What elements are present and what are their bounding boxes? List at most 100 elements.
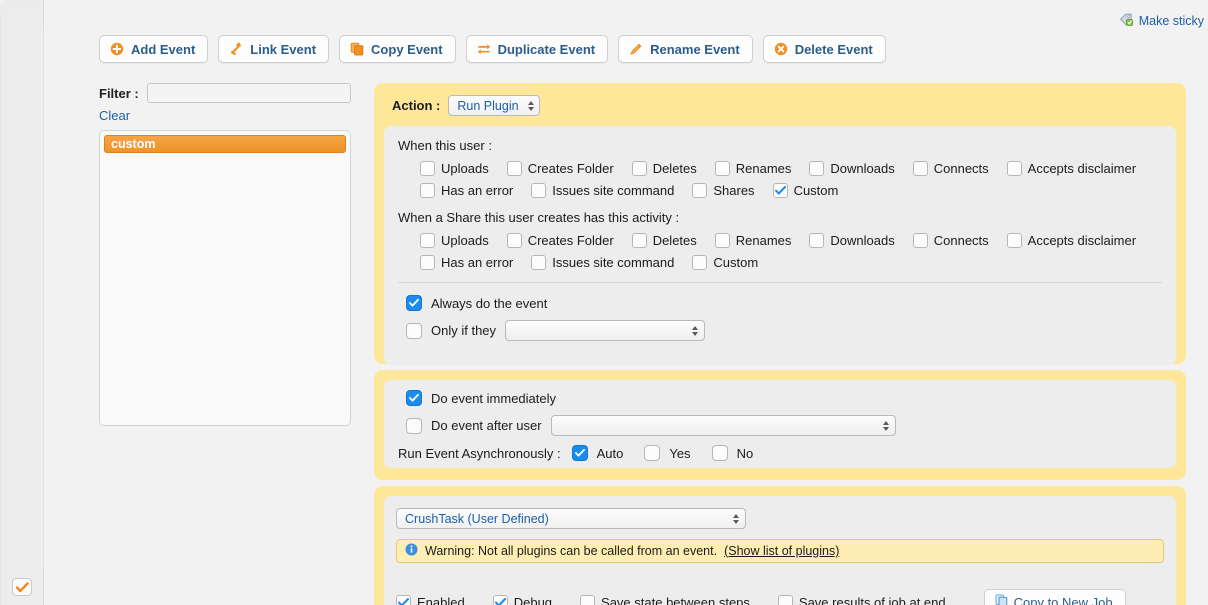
checkbox-label: Save results of job at end [798,594,946,605]
list-item[interactable]: custom [104,135,346,153]
share-checkbox-custom[interactable]: Custom [692,255,758,270]
share-checkbox-creates-folder[interactable]: Creates Folder [506,233,614,248]
make-sticky-link[interactable]: Make sticky [1119,12,1204,29]
checkbox-box[interactable] [531,183,547,198]
add-event-label: Add Event [131,41,196,57]
checkbox-box[interactable] [809,161,825,176]
checkbox-has-an-error[interactable]: Has an error [420,183,513,198]
checkbox-creates-folder[interactable]: Creates Folder [506,161,614,176]
checkbox-debug[interactable]: Debug [492,594,553,605]
checkbox-box[interactable] [492,594,508,605]
always-do-event-row[interactable]: Always do the event [406,295,1162,311]
checkbox-box[interactable] [506,161,522,176]
checkbox-box[interactable] [692,183,708,198]
checkbox-box[interactable] [420,161,435,176]
after-user-select[interactable] [550,415,896,436]
share-checkbox-renames[interactable]: Renames [714,233,791,248]
link-event-button[interactable]: Link Event [218,35,330,63]
checkbox-box[interactable] [777,594,793,605]
plugin-select[interactable]: CrushTask (User Defined) [396,508,746,529]
show-list-of-plugins-link[interactable]: (Show list of plugins) [724,544,839,558]
only-if-they-select[interactable] [505,320,706,341]
checkbox-box[interactable] [580,594,596,605]
checkbox-box[interactable] [631,233,647,248]
radio-async-no[interactable] [711,445,728,461]
checkbox-box[interactable] [692,255,708,270]
plugin-warning-text: Warning: Not all plugins can be called f… [425,544,718,558]
async-no-label: No [736,445,754,461]
checkbox-enabled[interactable]: Enabled [396,594,465,605]
checkbox-uploads[interactable]: Uploads [420,161,489,176]
checkbox-downloads[interactable]: Downloads [809,161,895,176]
checkbox-renames[interactable]: Renames [714,161,792,176]
checkbox-box[interactable] [420,233,435,248]
filter-input[interactable] [146,83,351,103]
share-checkbox-uploads[interactable]: Uploads [420,233,489,248]
user-section-title: When this user : [398,138,492,153]
checkbox-box[interactable] [420,255,435,270]
checkbox-box[interactable] [420,183,435,198]
duplicate-event-button[interactable]: Duplicate Event [465,35,609,63]
checkbox-box[interactable] [809,233,825,248]
checkbox-box[interactable] [714,161,730,176]
action-select[interactable]: Run Plugin [448,95,540,116]
checkbox-box[interactable] [714,233,730,248]
checkbox-box[interactable] [1006,161,1022,176]
share-checkbox-downloads[interactable]: Downloads [809,233,895,248]
chevron-updown-icon [692,325,699,336]
checkbox-accepts-disclaimer[interactable]: Accepts disclaimer [1006,161,1137,176]
share-checkbox-deletes[interactable]: Deletes [631,233,697,248]
add-event-button[interactable]: Add Event [99,35,209,63]
chevron-updown-icon [527,100,534,111]
action-panel: Action : Run Plugin When this user : Upl… [374,83,1186,365]
checkbox-box[interactable] [396,594,411,605]
only-if-they-row[interactable]: Only if they [406,320,1162,341]
delete-event-button[interactable]: Delete Event [762,35,886,63]
event-list[interactable]: custom [99,130,351,426]
do-immediately-row[interactable]: Do event immediately [406,390,1162,406]
checkbox-deletes[interactable]: Deletes [631,161,697,176]
checkbox-save-state-between-steps[interactable]: Save state between steps [580,594,750,605]
rename-event-button[interactable]: Rename Event [618,35,753,63]
checkbox-label: Renames [735,161,792,176]
clear-filter-link[interactable]: Clear [99,108,130,123]
copy-icon [995,594,1008,605]
pencil-icon [629,42,643,56]
checkbox-box[interactable] [506,233,522,248]
checkbox-save-results-of-job-at-end[interactable]: Save results of job at end [777,594,946,605]
copy-event-button[interactable]: Copy Event [339,35,456,63]
checkbox-box[interactable] [772,183,788,198]
checkbox-label: Has an error [441,255,514,270]
share-checkbox-issues-site-command[interactable]: Issues site command [531,255,674,270]
checkbox-box[interactable] [531,255,547,270]
checkbox-box[interactable] [912,161,928,176]
share-checkbox-accepts-disclaimer[interactable]: Accepts disclaimer [1006,233,1136,248]
checkbox-box[interactable] [631,161,647,176]
share-checkbox-has-an-error[interactable]: Has an error [420,255,513,270]
checkbox-issues-site-command[interactable]: Issues site command [531,183,674,198]
radio-async-yes[interactable] [644,445,661,461]
radio-async-auto[interactable] [571,445,588,461]
share-checkbox-connects[interactable]: Connects [912,233,989,248]
do-after-user-row[interactable]: Do event after user [406,415,1162,436]
radio-immediately[interactable] [406,390,422,406]
checkbox-connects[interactable]: Connects [912,161,989,176]
copy-to-new-job-label: Copy to New Job [1013,594,1113,605]
checkbox-box[interactable] [1006,233,1022,248]
checkbox-label: Issues site command [552,255,675,270]
checkbox-custom[interactable]: Custom [772,183,838,198]
checkbox-box[interactable] [912,233,928,248]
orange-check-icon[interactable] [12,578,32,596]
checkbox-label: Debug [513,594,553,605]
radio-after-user[interactable] [406,417,422,434]
left-rail-inner [0,12,43,605]
radio-only-if[interactable] [406,322,422,339]
checkbox-shares[interactable]: Shares [692,183,755,198]
copy-to-new-job-button[interactable]: Copy to New Job [983,589,1126,605]
filter-row: Filter : [99,83,351,103]
radio-always[interactable] [406,295,422,311]
checkbox-label: Accepts disclaimer [1027,161,1137,176]
chevron-updown-icon [733,513,739,524]
share-section-title: When a Share this user creates has this … [398,210,680,225]
event-list-panel: Filter : Clear custom [99,83,351,426]
